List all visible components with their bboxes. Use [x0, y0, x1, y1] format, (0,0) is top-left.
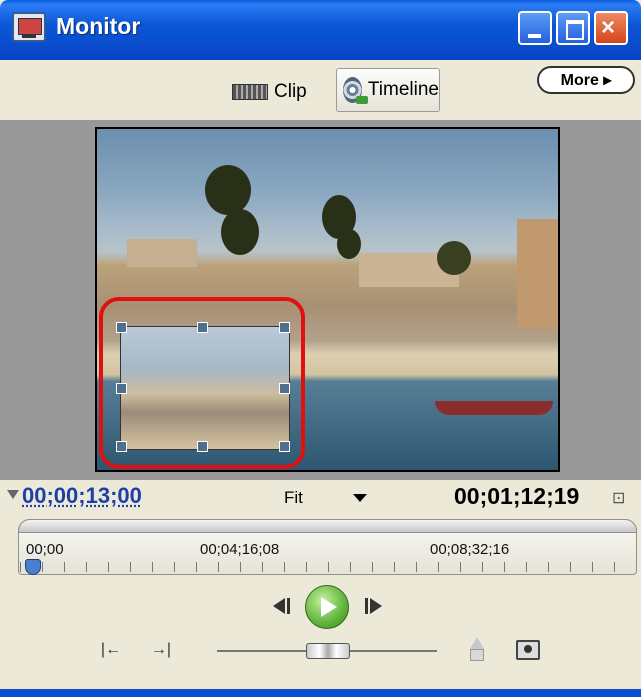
monitor-app-icon — [12, 12, 46, 42]
background-building — [517, 219, 558, 329]
go-to-in-point-button[interactable]: |← — [100, 640, 122, 660]
tab-timeline-label: Timeline — [367, 79, 439, 100]
ruler-label: 00;04;16;08 — [200, 541, 280, 558]
viewing-area-bar[interactable] — [18, 519, 637, 533]
go-to-out-point-button[interactable]: →| — [150, 640, 172, 660]
close-button[interactable]: × — [594, 11, 628, 45]
ruler-label: 00;08;32;16 — [430, 541, 510, 558]
step-back-button[interactable] — [268, 595, 294, 617]
ruler-label: 00;00 — [26, 541, 64, 558]
tree — [205, 165, 251, 215]
tree — [437, 241, 471, 275]
shuttle-slider[interactable] — [306, 643, 350, 659]
tab-clip[interactable]: Clip — [232, 74, 307, 110]
tab-timeline[interactable]: Timeline — [336, 68, 440, 112]
tree — [221, 209, 259, 255]
maximize-button[interactable] — [556, 11, 590, 45]
collapse-arrow-icon[interactable] — [7, 490, 19, 499]
playhead-marker[interactable] — [25, 559, 41, 575]
tree — [337, 229, 361, 259]
window-bottom-border — [0, 689, 641, 697]
background-building — [127, 239, 197, 267]
duration-options-icon[interactable]: ⊡ — [612, 488, 625, 508]
zoom-dropdown-icon[interactable] — [353, 494, 367, 502]
camera-icon[interactable] — [516, 640, 540, 660]
window-title: Monitor — [56, 13, 141, 39]
more-button[interactable]: More ▸ — [537, 66, 635, 94]
play-button[interactable] — [305, 585, 349, 629]
close-icon: × — [601, 14, 616, 41]
minimize-button[interactable] — [518, 11, 552, 45]
boat — [435, 401, 553, 415]
ruler-ticks — [20, 562, 636, 572]
step-forward-button[interactable] — [360, 595, 386, 617]
current-timecode[interactable]: 00;00;13;00 — [22, 483, 142, 509]
film-strip-icon — [232, 84, 268, 100]
tab-clip-label: Clip — [274, 81, 307, 102]
zoom-level[interactable]: Fit — [284, 488, 303, 508]
red-highlight-outline — [99, 297, 305, 469]
jog-icon[interactable] — [470, 637, 484, 661]
film-reel-icon — [343, 77, 368, 104]
duration-timecode: 00;01;12;19 — [454, 483, 580, 509]
